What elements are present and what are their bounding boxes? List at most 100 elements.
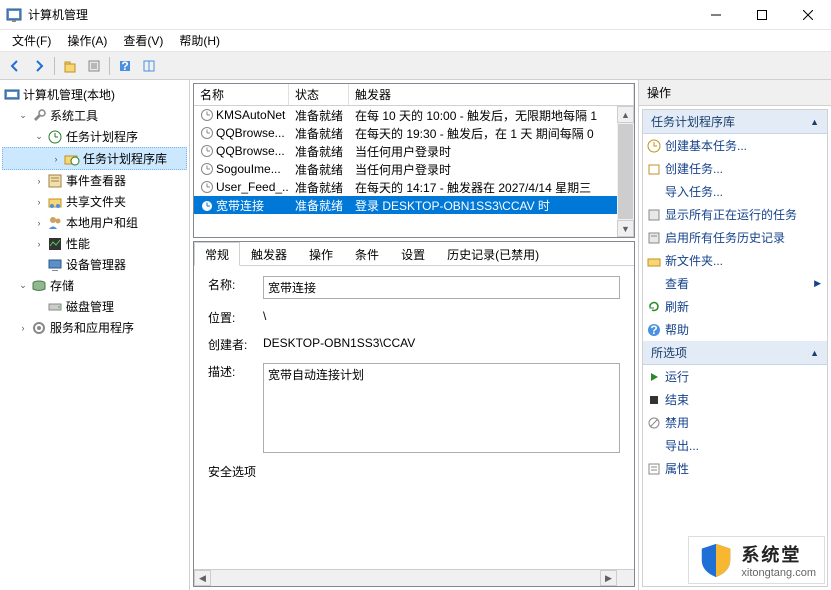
tree-root[interactable]: 计算机管理(本地) <box>2 84 187 105</box>
tree-label: 共享文件夹 <box>66 193 126 210</box>
actions-pane: 操作 任务计划程序库 ▲ 创建基本任务... 创建任务... 导入任务... 显… <box>639 80 831 590</box>
task-list-header: 名称 状态 触发器 <box>194 84 634 106</box>
back-button[interactable] <box>4 55 26 77</box>
wizard-icon <box>647 139 661 153</box>
col-trigger[interactable]: 触发器 <box>349 84 634 105</box>
action-export[interactable]: 导出... <box>643 434 827 457</box>
action-run[interactable]: 运行 <box>643 365 827 388</box>
vertical-scrollbar[interactable]: ▲ ▼ <box>617 106 634 237</box>
menu-view[interactable]: 查看(V) <box>115 30 171 51</box>
expand-icon[interactable]: › <box>34 197 44 207</box>
event-icon <box>47 173 63 189</box>
scroll-track[interactable] <box>211 570 600 586</box>
desc-label: 描述: <box>208 363 263 380</box>
expand-icon[interactable]: › <box>18 323 28 333</box>
name-label: 名称: <box>208 276 263 293</box>
collapse-icon[interactable]: ⌄ <box>18 111 28 121</box>
help-button[interactable]: ? <box>114 55 136 77</box>
tab-general[interactable]: 常规 <box>194 242 240 266</box>
menu-file[interactable]: 文件(F) <box>4 30 59 51</box>
name-value: 宽带连接 <box>263 276 620 299</box>
tree-local-users[interactable]: › 本地用户和组 <box>2 212 187 233</box>
col-name[interactable]: 名称 <box>194 84 289 105</box>
action-new-folder[interactable]: 新文件夹... <box>643 249 827 272</box>
tree-shared-folders[interactable]: › 共享文件夹 <box>2 191 187 212</box>
action-view[interactable]: 查看 ▶ <box>643 272 827 295</box>
tab-triggers[interactable]: 触发器 <box>240 242 298 265</box>
properties-button[interactable] <box>83 55 105 77</box>
action-disable[interactable]: 禁用 <box>643 411 827 434</box>
tab-history[interactable]: 历史记录(已禁用) <box>436 242 550 265</box>
task-row[interactable]: QQBrowse...准备就绪在每天的 19:30 - 触发后，在 1 天 期间… <box>194 124 634 142</box>
tree-label: 本地用户和组 <box>66 214 138 231</box>
menu-action[interactable]: 操作(A) <box>59 30 115 51</box>
tree-disk-management[interactable]: 磁盘管理 <box>2 296 187 317</box>
task-row[interactable]: SogouIme...准备就绪当任何用户登录时 <box>194 160 634 178</box>
action-end[interactable]: 结束 <box>643 388 827 411</box>
collapse-icon[interactable]: ▲ <box>810 117 819 127</box>
horizontal-scrollbar[interactable]: ◀ ▶ <box>194 569 634 586</box>
scroll-left-icon[interactable]: ◀ <box>194 570 211 586</box>
tree-label: 设备管理器 <box>66 256 126 273</box>
scroll-down-icon[interactable]: ▼ <box>617 220 634 237</box>
storage-icon <box>31 278 47 294</box>
scroll-right-icon[interactable]: ▶ <box>600 570 617 586</box>
action-label: 运行 <box>665 368 689 385</box>
minimize-button[interactable] <box>693 0 739 30</box>
tree-event-viewer[interactable]: › 事件查看器 <box>2 170 187 191</box>
forward-button[interactable] <box>28 55 50 77</box>
expand-icon[interactable]: › <box>34 239 44 249</box>
close-button[interactable] <box>785 0 831 30</box>
action-import-task[interactable]: 导入任务... <box>643 180 827 203</box>
tree-storage[interactable]: ⌄ 存储 <box>2 275 187 296</box>
clock-icon <box>200 144 214 158</box>
shared-icon <box>47 194 63 210</box>
tree-scheduler-library[interactable]: › 任务计划程序库 <box>2 147 187 170</box>
folder-icon <box>647 254 661 268</box>
up-button[interactable] <box>59 55 81 77</box>
collapse-icon[interactable]: ▲ <box>810 348 819 358</box>
tree-device-manager[interactable]: 设备管理器 <box>2 254 187 275</box>
task-row[interactable]: KMSAutoNet准备就绪在每 10 天的 10:00 - 触发后，无限期地每… <box>194 106 634 124</box>
expand-icon[interactable]: › <box>34 176 44 186</box>
tree-system-tools[interactable]: ⌄ 系统工具 <box>2 105 187 126</box>
menu-help[interactable]: 帮助(H) <box>171 30 228 51</box>
task-row[interactable]: 宽带连接准备就绪登录 DESKTOP-OBN1SS3\CCAV 时 <box>194 196 634 214</box>
action-label: 启用所有任务历史记录 <box>665 229 785 246</box>
scroll-up-icon[interactable]: ▲ <box>617 106 634 123</box>
tab-conditions[interactable]: 条件 <box>344 242 390 265</box>
pane-button[interactable] <box>138 55 160 77</box>
watermark: 系统堂 xitongtang.com <box>688 536 825 584</box>
scroll-thumb[interactable] <box>618 124 633 219</box>
refresh-icon <box>647 300 661 314</box>
action-enable-history[interactable]: 启用所有任务历史记录 <box>643 226 827 249</box>
collapse-icon[interactable]: ⌄ <box>18 281 28 291</box>
clock-icon <box>200 180 214 194</box>
tree-label: 任务计划程序库 <box>83 150 167 167</box>
tab-actions[interactable]: 操作 <box>298 242 344 265</box>
task-list: 名称 状态 触发器 KMSAutoNet准备就绪在每 10 天的 10:00 -… <box>193 83 635 238</box>
titlebar: 计算机管理 <box>0 0 831 30</box>
maximize-button[interactable] <box>739 0 785 30</box>
section-library[interactable]: 任务计划程序库 ▲ <box>643 110 827 134</box>
action-refresh[interactable]: 刷新 <box>643 295 827 318</box>
task-row[interactable]: User_Feed_...准备就绪在每天的 14:17 - 触发器在 2027/… <box>194 178 634 196</box>
toolbar-separator <box>54 57 55 75</box>
actions-header: 操作 <box>639 80 831 106</box>
tab-settings[interactable]: 设置 <box>390 242 436 265</box>
task-row[interactable]: QQBrowse...准备就绪当任何用户登录时 <box>194 142 634 160</box>
expand-icon[interactable]: › <box>51 154 61 164</box>
collapse-icon[interactable]: ⌄ <box>34 132 44 142</box>
tree-performance[interactable]: › 性能 <box>2 233 187 254</box>
section-selected[interactable]: 所选项 ▲ <box>643 341 827 365</box>
expand-icon[interactable]: › <box>34 218 44 228</box>
action-create-task[interactable]: 创建任务... <box>643 157 827 180</box>
action-create-basic-task[interactable]: 创建基本任务... <box>643 134 827 157</box>
action-help[interactable]: ? 帮助 <box>643 318 827 341</box>
action-show-running[interactable]: 显示所有正在运行的任务 <box>643 203 827 226</box>
col-status[interactable]: 状态 <box>289 84 349 105</box>
tree-scheduler[interactable]: ⌄ 任务计划程序 <box>2 126 187 147</box>
tree-services[interactable]: › 服务和应用程序 <box>2 317 187 338</box>
users-icon <box>47 215 63 231</box>
action-properties[interactable]: 属性 <box>643 457 827 480</box>
